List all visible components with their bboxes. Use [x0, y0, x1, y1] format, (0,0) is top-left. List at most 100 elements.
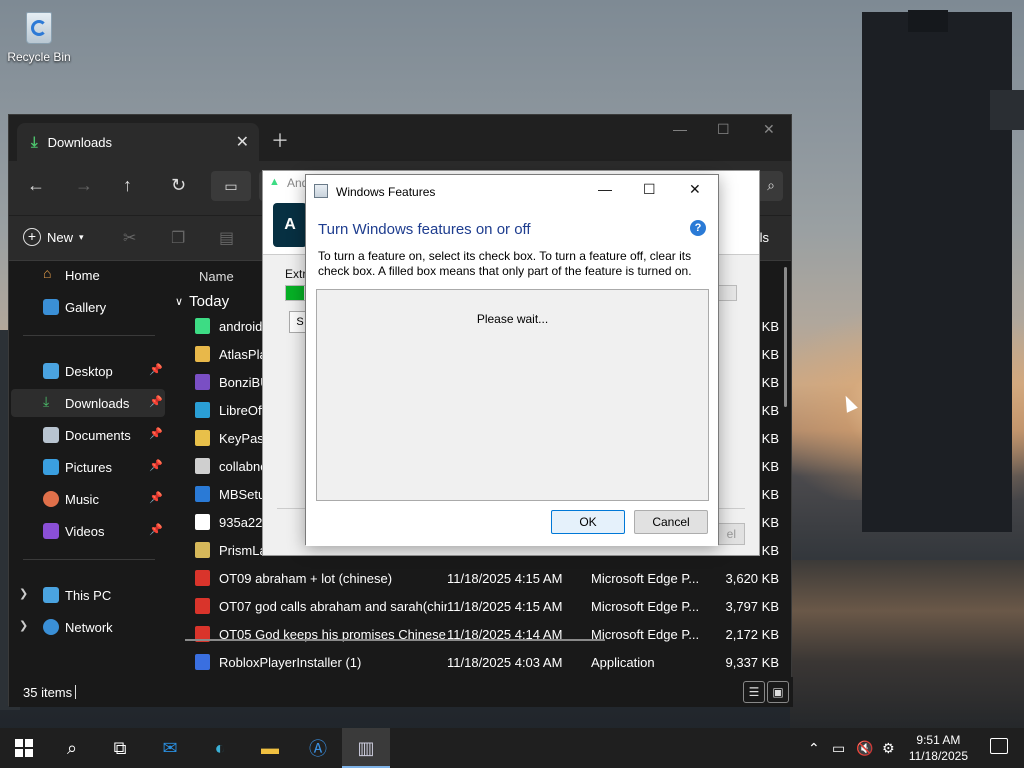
- start-button[interactable]: [0, 728, 48, 768]
- taskbar-edge[interactable]: ◐: [196, 728, 244, 768]
- file-icon: [195, 598, 210, 614]
- back-button[interactable]: ←: [27, 175, 45, 196]
- sidebar-item-label: Gallery: [65, 299, 107, 315]
- maximize-button[interactable]: ☐: [717, 121, 730, 138]
- file-row[interactable]: OT05 God keeps his promises Chinese 11/18…: [185, 621, 785, 649]
- wallpaper-tower-top: [908, 10, 948, 32]
- notification-icon[interactable]: [990, 738, 1008, 754]
- features-tree[interactable]: Please wait...: [316, 289, 709, 501]
- sidebar-item-videos[interactable]: Videos 📌: [11, 517, 165, 545]
- pin-icon[interactable]: 📌: [149, 523, 163, 536]
- help-icon[interactable]: ?: [690, 220, 706, 236]
- file-type: Microsoft Edge P...: [591, 599, 700, 614]
- file-row[interactable]: OT07 god calls abraham and sarah(chine..…: [185, 593, 785, 621]
- settings-gear-icon[interactable]: ⚙: [882, 740, 895, 757]
- chevron-right-icon[interactable]: ❯: [19, 587, 28, 600]
- pin-icon[interactable]: 📌: [149, 459, 163, 472]
- file-size: 2,172 KB: [725, 627, 780, 642]
- maximize-button[interactable]: ☐: [643, 181, 656, 198]
- chevron-right-icon[interactable]: ❯: [19, 619, 28, 632]
- search-icon: ⌕: [66, 737, 78, 758]
- taskbar-windows-features[interactable]: ▥: [342, 728, 390, 768]
- file-size: KB: [761, 375, 779, 390]
- sidebar-item-this-pc[interactable]: ❯ This PC: [11, 581, 165, 609]
- file-date: 11/18/2025 4:15 AM: [447, 599, 563, 614]
- file-icon: [195, 458, 210, 474]
- windows-logo-icon: [15, 739, 33, 757]
- sidebar-item-label: Documents: [65, 427, 131, 443]
- download-icon: ⤓: [31, 133, 38, 151]
- ok-button[interactable]: OK: [551, 510, 625, 534]
- new-tab-button[interactable]: ＋: [271, 127, 289, 153]
- file-icon: [195, 318, 210, 334]
- file-icon: [195, 346, 210, 362]
- item-count: 35 items: [23, 685, 73, 700]
- taskbar-outlook[interactable]: ✉: [146, 728, 194, 768]
- pin-icon[interactable]: 📌: [149, 363, 163, 376]
- details-view-button[interactable]: ☰: [743, 681, 765, 703]
- android-studio-icon: Ⓐ: [309, 739, 327, 759]
- group-header-today[interactable]: ∨ Today: [175, 293, 229, 310]
- sidebar-item-music[interactable]: Music 📌: [11, 485, 165, 513]
- cancel-button[interactable]: Cancel: [634, 510, 708, 534]
- pin-icon[interactable]: 📌: [149, 491, 163, 504]
- volume-muted-icon[interactable]: 🔇: [856, 740, 873, 757]
- sidebar-item-home[interactable]: ⌂ Home: [11, 261, 165, 289]
- close-dialog-button[interactable]: ✕: [689, 181, 701, 198]
- vertical-scrollbar[interactable]: [784, 267, 787, 407]
- network-icon[interactable]: ▭: [832, 740, 845, 757]
- sidebar-item-downloads[interactable]: ⤓ Downloads 📌: [11, 389, 165, 417]
- file-row[interactable]: OT09 abraham + lot (chinese) 11/18/2025 4…: [185, 565, 785, 593]
- search-button[interactable]: ⌕: [48, 728, 96, 768]
- taskbar: ⌕ ⧉ ✉ ◐ ▬ Ⓐ ▥ ⌃ ▭ 🔇 ⚙ 9:51 AM 11/18/2025: [0, 728, 1024, 768]
- sidebar-divider: [23, 335, 155, 336]
- refresh-button[interactable]: ↻: [171, 175, 186, 196]
- sidebar-item-documents[interactable]: Documents 📌: [11, 421, 165, 449]
- minimize-button[interactable]: —: [598, 181, 612, 197]
- taskbar-android-studio[interactable]: Ⓐ: [294, 728, 342, 768]
- network-icon: [43, 619, 59, 635]
- file-size: 9,337 KB: [725, 655, 780, 670]
- details-button[interactable]: ls: [760, 230, 769, 245]
- sidebar-item-gallery[interactable]: Gallery: [11, 293, 165, 321]
- pin-icon[interactable]: 📌: [149, 427, 163, 440]
- copy-icon[interactable]: ❐: [171, 228, 185, 248]
- tiles-view-button[interactable]: ▣: [767, 681, 789, 703]
- pictures-icon: [43, 459, 59, 475]
- progress-fill: [286, 286, 304, 300]
- monitor-icon[interactable]: ▭: [211, 171, 251, 201]
- file-icon: [195, 430, 210, 446]
- close-tab-icon[interactable]: ✕: [236, 132, 249, 152]
- file-row[interactable]: RobloxPlayerInstaller (1) 11/18/2025 4:03…: [185, 649, 785, 677]
- forward-button[interactable]: →: [75, 175, 93, 196]
- file-size: KB: [761, 431, 779, 446]
- sidebar-item-desktop[interactable]: Desktop 📌: [11, 357, 165, 385]
- wallpaper-tower-side: [990, 90, 1024, 130]
- paste-icon[interactable]: ▤: [219, 228, 234, 248]
- task-view-button[interactable]: ⧉: [96, 728, 144, 768]
- clock[interactable]: 9:51 AM 11/18/2025: [909, 732, 968, 764]
- explorer-titlebar: ⤓ Downloads ✕ ＋ — ☐ ✕: [9, 115, 791, 161]
- installer-status-label: Extr: [285, 267, 307, 281]
- close-window-button[interactable]: ✕: [763, 121, 775, 138]
- sidebar-item-label: Videos: [65, 523, 105, 539]
- sidebar-item-network[interactable]: ❯ Network: [11, 613, 165, 641]
- sidebar-item-pictures[interactable]: Pictures 📌: [11, 453, 165, 481]
- recycle-bin-desktop-icon[interactable]: Recycle Bin: [6, 6, 72, 64]
- taskbar-file-explorer[interactable]: ▬: [246, 728, 294, 768]
- cut-icon[interactable]: ✂: [123, 228, 136, 248]
- outlook-icon: ✉: [162, 737, 178, 758]
- videos-icon: [43, 523, 59, 539]
- tab-downloads[interactable]: ⤓ Downloads ✕: [17, 123, 259, 161]
- pin-icon[interactable]: 📌: [149, 395, 163, 408]
- new-button[interactable]: + New ▾: [23, 228, 84, 246]
- column-header-name[interactable]: Name: [199, 269, 234, 284]
- dialog-title: Windows Features: [336, 185, 436, 199]
- chevron-up-icon[interactable]: ⌃: [808, 740, 820, 757]
- up-button[interactable]: ↑: [123, 175, 132, 196]
- file-date: 11/18/2025 4:15 AM: [447, 571, 563, 586]
- horizontal-scrollbar[interactable]: [185, 639, 605, 641]
- file-icon: [195, 570, 210, 586]
- minimize-button[interactable]: —: [673, 121, 687, 137]
- dialog-heading: Turn Windows features on or off: [318, 221, 531, 238]
